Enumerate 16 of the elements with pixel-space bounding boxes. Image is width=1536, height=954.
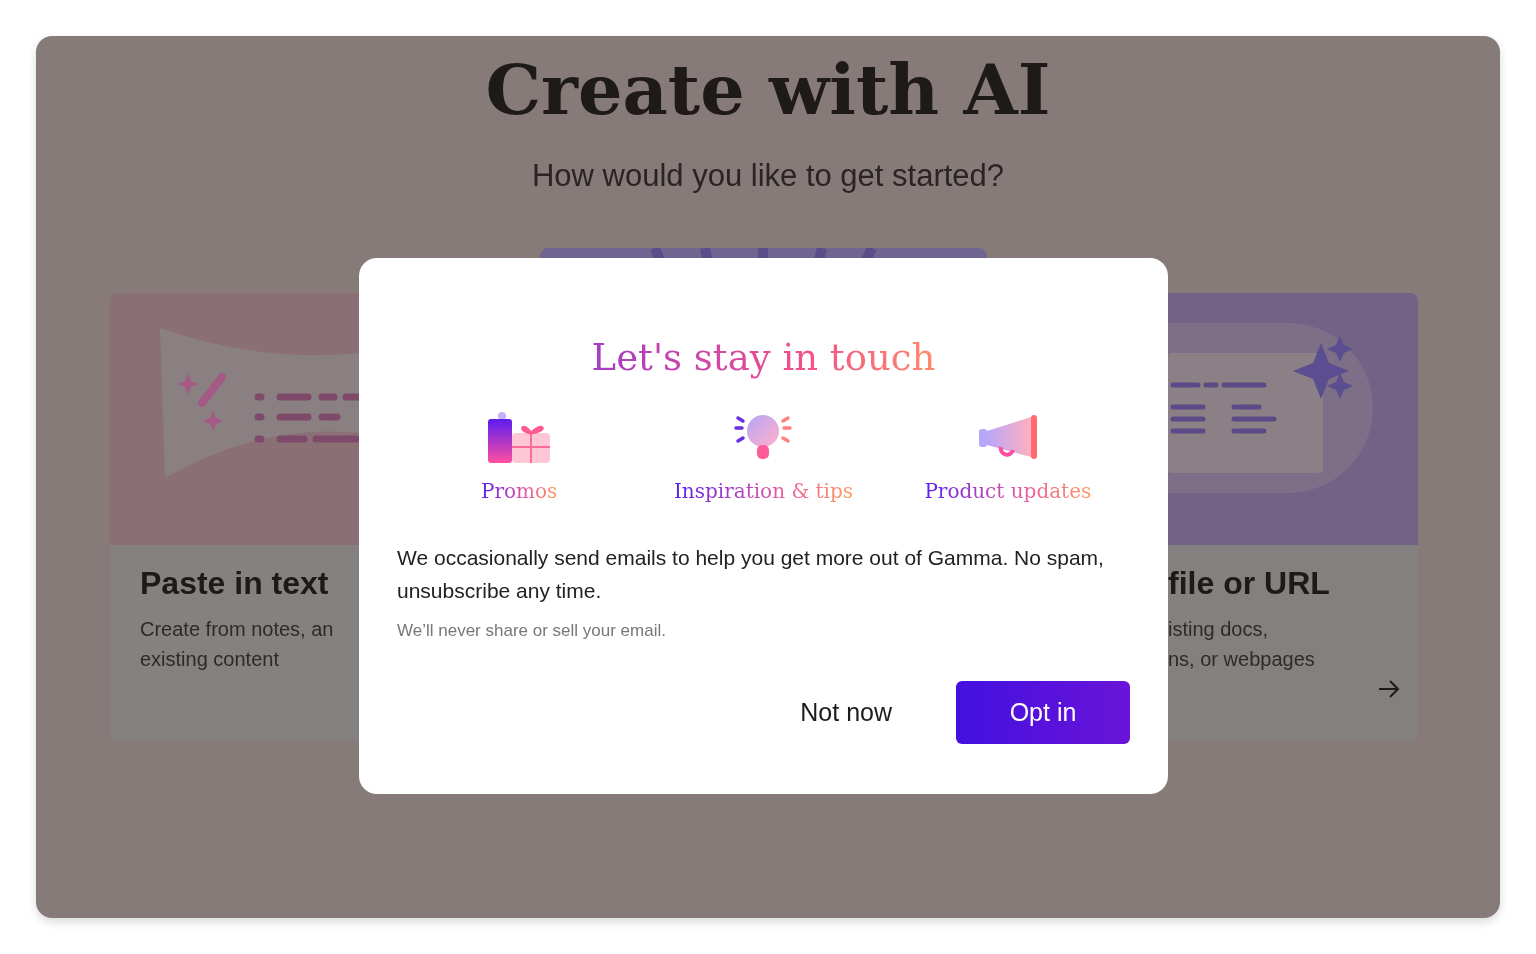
card-description: Create from notes, an — [140, 617, 332, 642]
card-description: ns, or webpages — [1168, 647, 1316, 672]
page-title: Create with AI — [485, 47, 1051, 133]
card-title: file or URL — [1168, 565, 1331, 602]
card-description: existing content — [140, 647, 280, 672]
card-title: Paste in text — [140, 565, 330, 602]
privacy-note: We’ll never share or sell your email. — [397, 621, 667, 641]
arrow-right-icon[interactable] — [1378, 680, 1400, 698]
opt-in-button[interactable]: Opt in — [956, 681, 1130, 744]
card-description: isting docs, — [1168, 617, 1270, 642]
gift-icon — [486, 411, 553, 463]
option-card[interactable]: Paste in text Create from notes, an existing content — [110, 293, 360, 741]
option-card[interactable]: file or URL isting docs, ns, or webpages — [1168, 293, 1418, 741]
page-subtitle: How would you like to get started? — [531, 158, 1005, 194]
dismiss-button[interactable]: Not now — [766, 681, 926, 744]
dialog-message: We occasionally send emails to help you get more out of Gamma. No spam, unsubscribe any time. — [397, 545, 1105, 604]
